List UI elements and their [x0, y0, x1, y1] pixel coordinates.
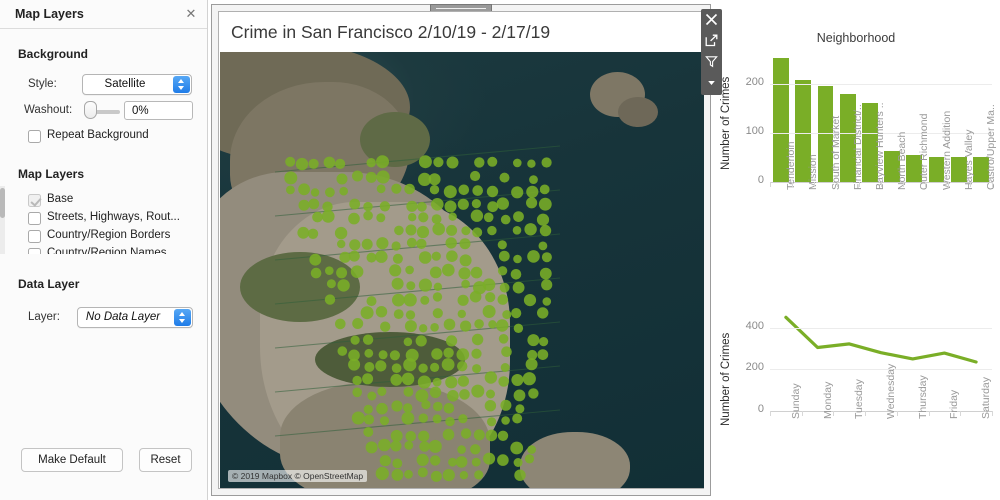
washout-slider-knob[interactable] [84, 101, 97, 119]
x-axis-tick-label: Monday [821, 381, 834, 419]
x-axis-tickmark [881, 182, 882, 187]
layer-checkbox-streets[interactable] [28, 212, 41, 225]
layer-checkbox-names[interactable] [28, 248, 41, 254]
x-axis-tick-label: Mission [807, 154, 820, 190]
layer-label-borders: Country/Region Borders [47, 229, 171, 241]
y-axis-tick-label: 200 [745, 361, 764, 374]
x-axis-tick-label: Castro/Upper Ma.. [984, 104, 997, 190]
y-axis-tick-label: 100 [745, 125, 764, 138]
app-root: Map Layers ✕ Background Style: Satellite… [0, 0, 1000, 500]
style-label: Style: [28, 78, 57, 90]
style-select-value: Satellite [104, 78, 146, 90]
bar-chart-title: Neighborhood [816, 31, 896, 45]
x-axis-tick-label: Tenderloin [785, 141, 798, 190]
x-axis-tickmark [836, 182, 838, 187]
chevron-updown-icon[interactable] [174, 309, 191, 326]
layer-checkbox-base[interactable] [28, 194, 41, 207]
x-axis-tick-label: Tuesday [853, 379, 866, 419]
map-panel: Crime in San Francisco 2/10/19 - 2/17/19… [211, 4, 722, 496]
washout-value-field[interactable]: 0% [124, 101, 193, 120]
map-layers-section-title: Map Layers [18, 167, 85, 181]
layer-checkbox-borders[interactable] [28, 230, 41, 243]
charts-panel: Neighborhood Number of Crimes 0 100 200 Te… [712, 0, 1000, 500]
data-layer-section-title: Data Layer [18, 277, 80, 291]
x-axis-tickmark [770, 182, 771, 187]
map-toolbar [701, 9, 722, 95]
close-icon[interactable] [701, 9, 722, 30]
x-axis-tickmark [925, 182, 927, 187]
x-axis-tick-label: Hayes Valley [962, 129, 975, 191]
page-title: Map Layers [15, 7, 84, 21]
make-default-button[interactable]: Make Default [21, 448, 123, 472]
x-axis-tick-label: Friday [948, 389, 961, 419]
y-axis-tick-label: 0 [757, 403, 764, 415]
x-axis-tick-label: South of Market [829, 115, 842, 190]
x-axis-tick-label: Sunday [789, 383, 802, 419]
x-axis-tickmark [858, 182, 860, 187]
y-axis-tick-label: 400 [745, 319, 764, 332]
gridline [770, 369, 992, 371]
data-layer-label: Layer: [28, 311, 60, 323]
y-axis-tick-label: 0 [757, 174, 764, 186]
reset-button[interactable]: Reset [139, 448, 192, 472]
x-axis-tickmark [969, 182, 971, 187]
washout-label: Washout: [24, 104, 73, 116]
repeat-background-checkbox[interactable] [28, 130, 41, 143]
map-canvas[interactable]: © 2019 Mapbox © OpenStreetMap [220, 52, 704, 488]
x-axis-tickmark [992, 411, 993, 416]
x-axis-tick-label: Western Addition [940, 110, 953, 190]
x-axis-tick-label: Outer Richmond [918, 113, 931, 190]
layer-label-names: Country/Region Names [47, 247, 167, 254]
x-axis-tickmark [992, 182, 993, 187]
data-layer-select[interactable]: No Data Layer [77, 307, 193, 328]
x-axis-tick-label: Financial District/.. [851, 104, 864, 190]
caret-down-icon[interactable] [701, 72, 722, 93]
map-layers-sidebar: Map Layers ✕ Background Style: Satellite… [0, 0, 208, 500]
x-axis-tickmark [928, 411, 930, 416]
x-axis-tickmark [896, 411, 898, 416]
x-axis-tickmark [865, 411, 867, 416]
x-axis-tickmark [960, 411, 962, 416]
x-axis-tickmark [792, 182, 794, 187]
neighborhood-bar-chart: Neighborhood Number of Crimes 0 100 200 Te… [712, 0, 1000, 295]
gridline [770, 84, 992, 86]
map-title: Crime in San Francisco 2/10/19 - 2/17/19 [219, 12, 703, 52]
x-axis-tick-label: Thursday [916, 375, 929, 419]
map-attribution: © 2019 Mapbox © OpenStreetMap [228, 470, 368, 482]
map-container: Crime in San Francisco 2/10/19 - 2/17/19… [218, 11, 704, 489]
data-layer-select-value: No Data Layer [85, 311, 161, 323]
chevron-updown-icon[interactable] [173, 76, 190, 93]
line-chart-y-axis-label: Number of Crimes [720, 332, 732, 426]
x-axis-tickmark [814, 182, 816, 187]
x-axis-tick-label: Bayview Hunters .. [873, 102, 886, 190]
x-axis-tickmark [801, 411, 803, 416]
x-axis-tickmark [770, 411, 771, 416]
layer-label-base: Base [47, 193, 74, 205]
background-section-title: Background [18, 47, 89, 61]
filter-icon[interactable] [701, 51, 722, 72]
x-axis-tick-label: Wednesday [885, 363, 897, 419]
repeat-background-label: Repeat Background [47, 129, 149, 141]
x-axis-tick-label: Saturday [980, 376, 993, 419]
pop-out-icon[interactable] [701, 30, 722, 51]
day-of-week-line-chart: Number of Crimes 0 200 400 Sunday Monday Tue… [712, 296, 1000, 500]
layer-label-streets: Streets, Highways, Rout... [47, 211, 180, 223]
gridline [770, 327, 992, 329]
sidebar-header: Map Layers ✕ [0, 0, 207, 29]
x-axis-tickmark [903, 182, 905, 187]
crime-markers-layer [274, 145, 561, 482]
close-icon[interactable]: ✕ [184, 7, 198, 21]
y-axis-tick-label: 200 [745, 76, 764, 89]
x-axis-tickmark [947, 182, 949, 187]
x-axis-tick-label: North Beach [896, 131, 909, 190]
map-layers-list: Base Streets, Highways, Rout... Country/… [0, 186, 208, 254]
style-select[interactable]: Satellite [82, 74, 192, 95]
x-axis-tickmark [833, 411, 835, 416]
